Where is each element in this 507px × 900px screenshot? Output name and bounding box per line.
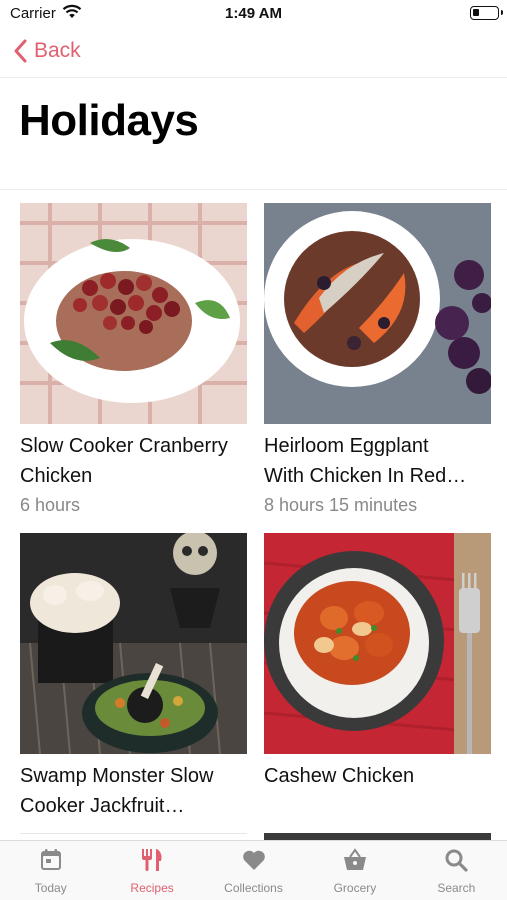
recipe-cook-time: 6 hours bbox=[20, 495, 81, 515]
tab-recipes[interactable]: Recipes bbox=[101, 841, 202, 900]
recipe-image bbox=[20, 533, 247, 754]
battery-icon bbox=[470, 6, 503, 20]
recipe-card[interactable]: Swamp Monster Slow Cooker Jackfruit… bbox=[20, 533, 247, 821]
recipe-cook-time: 8 hours 15 minutes bbox=[264, 495, 418, 515]
tab-bar: Today Recipes Collections Grocery Search bbox=[0, 840, 507, 900]
tab-label: Recipes bbox=[130, 881, 174, 895]
tab-grocery[interactable]: Grocery bbox=[304, 841, 405, 900]
recipe-card[interactable]: Slow Cooker Cranberry Chicken 6 hours bbox=[20, 203, 247, 519]
tab-label: Grocery bbox=[333, 881, 377, 895]
recipe-title: Slow Cooker Cranberry Chicken bbox=[20, 435, 228, 487]
tab-today[interactable]: Today bbox=[0, 841, 101, 900]
status-clock: 1:49 AM bbox=[225, 5, 282, 22]
recipe-card[interactable]: Cashew Chicken bbox=[264, 533, 491, 791]
navigation-bar: Back bbox=[0, 30, 507, 78]
recipe-card[interactable] bbox=[20, 833, 247, 840]
recipe-title: Swamp Monster Slow Cooker Jackfruit… bbox=[20, 765, 214, 817]
status-bar: Carrier 1:49 AM bbox=[0, 0, 507, 30]
recipe-card[interactable] bbox=[264, 833, 491, 840]
heart-icon bbox=[242, 850, 265, 870]
back-button[interactable]: Back bbox=[10, 38, 81, 64]
tab-label: Search bbox=[437, 881, 476, 895]
basket-icon bbox=[343, 848, 366, 870]
tab-label: Today bbox=[34, 881, 67, 895]
tab-label: Collections bbox=[224, 881, 283, 895]
recipe-image bbox=[20, 203, 247, 424]
search-icon bbox=[445, 849, 468, 872]
tab-search[interactable]: Search bbox=[406, 841, 507, 900]
tab-collections[interactable]: Collections bbox=[203, 841, 304, 900]
recipe-title: Cashew Chicken bbox=[264, 765, 415, 787]
back-label: Back bbox=[34, 39, 81, 62]
divider bbox=[0, 189, 507, 190]
fork-knife-icon bbox=[142, 849, 162, 871]
recipe-card[interactable]: Heirloom Eggplant With Chicken In Red… 8 … bbox=[264, 203, 491, 519]
calendar-icon bbox=[40, 849, 61, 870]
page-title: Holidays bbox=[19, 96, 199, 145]
recipe-title: Heirloom Eggplant With Chicken In Red… bbox=[264, 435, 467, 487]
recipe-grid: Slow Cooker Cranberry Chicken 6 hours He… bbox=[0, 203, 507, 840]
recipe-image bbox=[264, 533, 491, 754]
chevron-left-icon bbox=[10, 38, 32, 64]
recipe-image bbox=[264, 203, 491, 424]
